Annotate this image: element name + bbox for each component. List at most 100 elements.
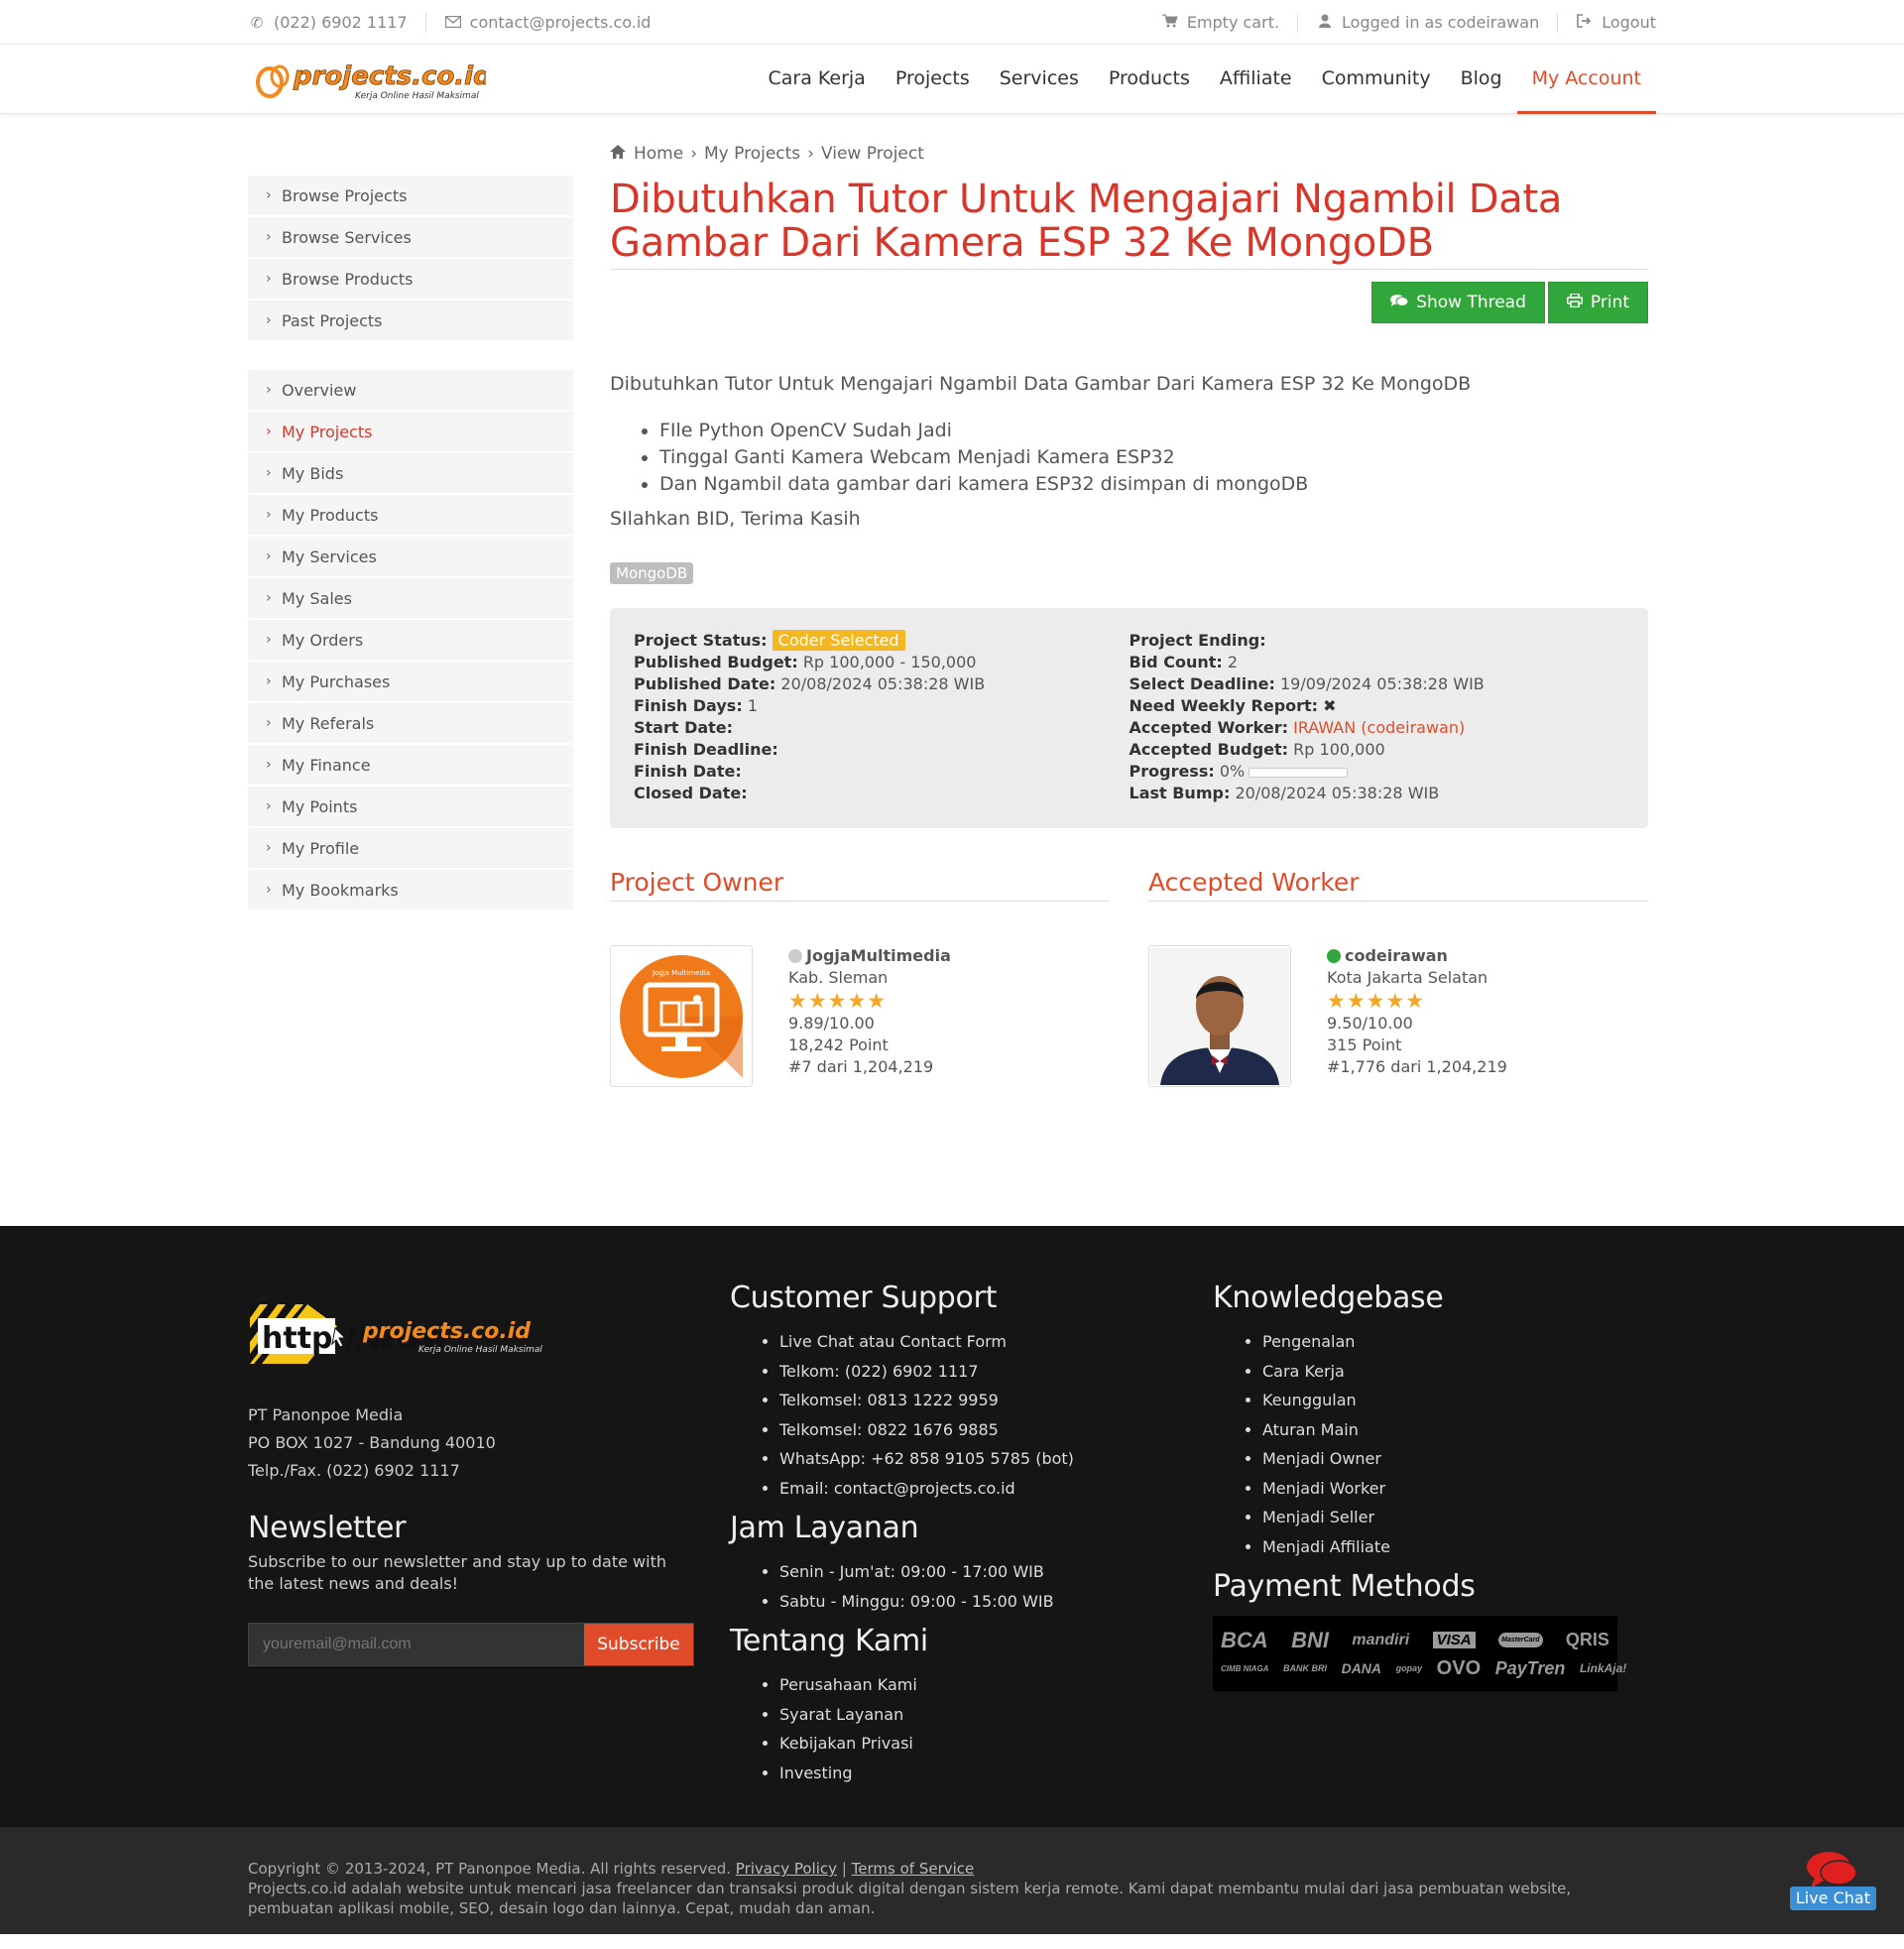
list-item[interactable]: Telkomsel: 0813 1222 9959 — [779, 1386, 1213, 1415]
people-section: Project Owner Jogja Multimedia JogjaMult… — [610, 868, 1648, 1087]
sidebar-item-my-sales[interactable]: › My Sales — [248, 578, 573, 618]
list-item[interactable]: Telkomsel: 0822 1676 9885 — [779, 1415, 1213, 1445]
finish-days: 1 — [747, 696, 758, 715]
logout-link[interactable]: Logout — [1558, 13, 1656, 33]
worker-info: codeirawan Kota Jakarta Selatan ★★★★★ 9.… — [1327, 945, 1507, 1087]
sidebar-item-browse-services[interactable]: › Browse Services — [248, 217, 573, 257]
list-item[interactable]: Live Chat atau Contact Form — [779, 1327, 1213, 1357]
list-item[interactable]: Syarat Layanan — [779, 1700, 1213, 1730]
sidebar-item-my-projects[interactable]: › My Projects — [248, 412, 573, 451]
list-item[interactable]: Perusahaan Kami — [779, 1670, 1213, 1700]
payment-methods-heading: Payment Methods — [1213, 1569, 1476, 1604]
site-logo[interactable]: projects.co.id Kerja Online Hasil Maksim… — [248, 45, 486, 114]
sidebar-item-my-finance[interactable]: › My Finance — [248, 745, 573, 785]
sidebar-item-browse-products[interactable]: › Browse Products — [248, 259, 573, 299]
sidebar-item-overview[interactable]: › Overview — [248, 370, 573, 410]
project-details-panel: Project Status: Coder Selected Published… — [610, 608, 1648, 828]
sidebar-item-past-projects[interactable]: › Past Projects — [248, 301, 573, 340]
description-intro: Dibutuhkan Tutor Untuk Mengajari Ngambil… — [610, 373, 1472, 395]
top-phone[interactable]: ✆ (022) 6902 1117 — [248, 12, 426, 33]
breadcrumb-home[interactable]: Home — [634, 144, 683, 164]
nav-community[interactable]: Community — [1307, 45, 1446, 114]
accepted-worker-link[interactable]: IRAWAN (codeirawan) — [1293, 718, 1465, 737]
sidebar-item-my-profile[interactable]: › My Profile — [248, 828, 573, 868]
chevron-right-icon: › — [690, 144, 698, 164]
sidebar-item-my-points[interactable]: › My Points — [248, 787, 573, 826]
newsletter-heading: Newsletter — [248, 1511, 407, 1545]
mastercard-logo: MasterCard — [1498, 1633, 1543, 1647]
worker-avatar[interactable] — [1148, 945, 1291, 1087]
breadcrumb-my-projects[interactable]: My Projects — [704, 144, 800, 164]
list-item[interactable]: Aturan Main — [1262, 1415, 1649, 1445]
nav-blog[interactable]: Blog — [1446, 45, 1517, 114]
qris-logo: QRIS — [1565, 1630, 1609, 1649]
visa-logo: VISA — [1432, 1632, 1476, 1648]
footer-logo[interactable]: http://www projects.co.id Kerja Online H… — [248, 1298, 730, 1374]
chevron-right-icon: › — [266, 632, 272, 648]
company-address: PT Panonpoe Media PO BOX 1027 - Bandung … — [248, 1405, 496, 1480]
phone-icon: ✆ — [250, 13, 264, 32]
linkaja-logo: LinkAja! — [1579, 1661, 1627, 1675]
newsletter-email-input[interactable] — [249, 1624, 584, 1665]
description-list: FIle Python OpenCV Sudah Jadi Tinggal Ga… — [659, 418, 1648, 498]
footer-logo-image: http://www projects.co.id Kerja Online H… — [250, 1304, 542, 1364]
breadcrumb: Home › My Projects › View Project — [610, 144, 1648, 164]
sidebar-item-my-orders[interactable]: › My Orders — [248, 620, 573, 660]
user-link[interactable]: Logged in as codeirawan — [1298, 12, 1559, 33]
copyright-bar: Copyright © 2013-2024, PT Panonpoe Media… — [0, 1827, 1904, 1934]
sidebar-item-my-referals[interactable]: › My Referals — [248, 703, 573, 743]
list-item[interactable]: Kebijakan Privasi — [779, 1729, 1213, 1759]
envelope-icon — [444, 14, 462, 32]
live-chat-label: Live Chat — [1789, 1887, 1876, 1910]
nav-cara-kerja[interactable]: Cara Kerja — [753, 45, 880, 114]
cart-link[interactable]: Empty cart. — [1161, 12, 1299, 33]
worker-name-link[interactable]: codeirawan — [1345, 945, 1448, 967]
skill-tag[interactable]: MongoDB — [610, 562, 694, 584]
owner-avatar[interactable]: Jogja Multimedia — [610, 945, 753, 1087]
sidebar-item-my-products[interactable]: › My Products — [248, 495, 573, 535]
owner-name-link[interactable]: JogjaMultimedia — [806, 945, 951, 967]
sidebar-item-browse-projects[interactable]: › Browse Projects — [248, 176, 573, 215]
list-item[interactable]: Investing — [779, 1759, 1213, 1788]
cimb-logo: CIMB NIAGA — [1221, 1663, 1269, 1673]
chevron-right-icon: › — [266, 757, 272, 773]
nav-my-account[interactable]: My Account — [1516, 45, 1656, 114]
owner-score: 9.89/10.00 — [788, 1014, 875, 1033]
sidebar-item-my-services[interactable]: › My Services — [248, 537, 573, 576]
chevron-right-icon: › — [266, 271, 272, 287]
accepted-worker-heading: Accepted Worker — [1148, 868, 1648, 902]
support-list: Live Chat atau Contact Form Telkom: (022… — [779, 1327, 1213, 1503]
chevron-right-icon: › — [807, 144, 814, 164]
subscribe-button[interactable]: Subscribe — [584, 1624, 693, 1665]
privacy-policy-link[interactable]: Privacy Policy — [736, 1860, 837, 1878]
sidebar-item-my-bookmarks[interactable]: › My Bookmarks — [248, 870, 573, 910]
list-item[interactable]: WhatsApp: +62 858 9105 5785 (bot) — [779, 1444, 1213, 1474]
description-closing: SIlahkan BID, Terima Kasih — [610, 508, 861, 530]
chevron-right-icon: › — [266, 548, 272, 564]
list-item[interactable]: Menjadi Owner — [1262, 1444, 1649, 1474]
comments-icon — [1390, 293, 1409, 312]
owner-info: JogjaMultimedia Kab. Sleman ★★★★★ 9.89/1… — [788, 945, 951, 1087]
nav-affiliate[interactable]: Affiliate — [1205, 45, 1307, 114]
list-item[interactable]: Telkom: (022) 6902 1117 — [779, 1357, 1213, 1387]
breadcrumb-current: View Project — [820, 144, 924, 164]
list-item[interactable]: Menjadi Worker — [1262, 1474, 1649, 1504]
top-phone-text: (022) 6902 1117 — [274, 13, 408, 32]
nav-projects[interactable]: Projects — [881, 45, 985, 114]
hours-heading: Jam Layanan — [730, 1511, 919, 1545]
list-item[interactable]: Cara Kerja — [1262, 1357, 1649, 1387]
live-chat-widget[interactable]: Live Chat — [1789, 1849, 1876, 1910]
nav-products[interactable]: Products — [1094, 45, 1205, 114]
print-button[interactable]: Print — [1547, 282, 1648, 323]
list-item[interactable]: Menjadi Affiliate — [1262, 1532, 1649, 1562]
list-item[interactable]: Email: contact@projects.co.id — [779, 1474, 1213, 1504]
sidebar-item-my-bids[interactable]: › My Bids — [248, 453, 573, 493]
terms-of-service-link[interactable]: Terms of Service — [852, 1860, 975, 1878]
top-email[interactable]: contact@projects.co.id — [426, 13, 651, 33]
nav-services[interactable]: Services — [985, 45, 1094, 114]
list-item[interactable]: Pengenalan — [1262, 1327, 1649, 1357]
sidebar-item-my-purchases[interactable]: › My Purchases — [248, 662, 573, 701]
list-item[interactable]: Menjadi Seller — [1262, 1503, 1649, 1532]
list-item[interactable]: Keunggulan — [1262, 1386, 1649, 1415]
show-thread-button[interactable]: Show Thread — [1371, 282, 1545, 323]
